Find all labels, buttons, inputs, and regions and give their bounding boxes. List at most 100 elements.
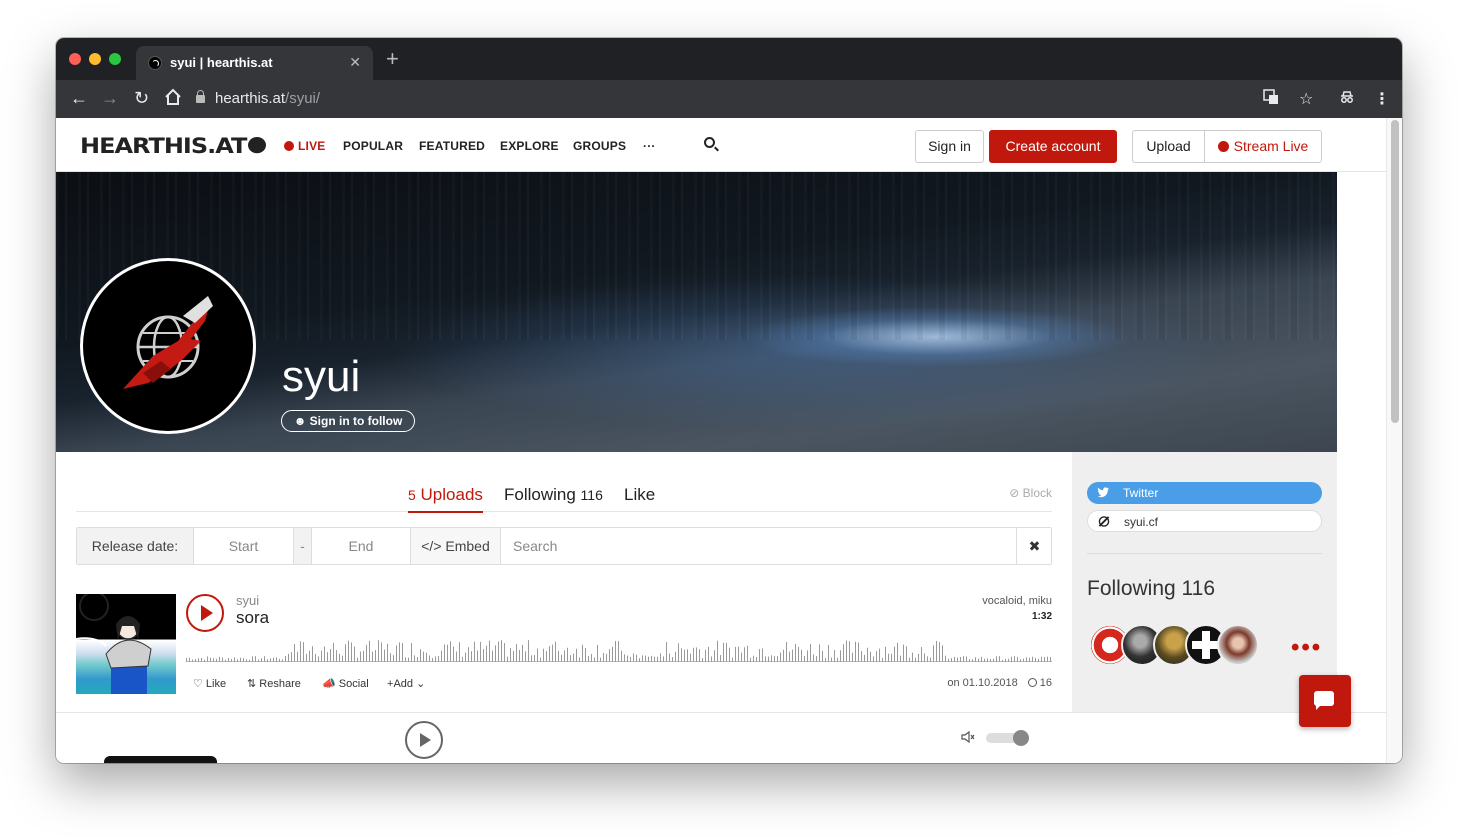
uploads-label: Uploads (420, 485, 483, 504)
sidebar-divider (1087, 553, 1322, 554)
browser-menu-icon[interactable]: ⋮ (1374, 89, 1390, 109)
following-count: 116 (580, 487, 603, 503)
reload-icon[interactable]: ↻ (134, 88, 149, 108)
block-label: Block (1022, 486, 1052, 500)
embed-label: Embed (445, 538, 490, 554)
follow-button-label: Sign in to follow (309, 414, 403, 428)
nav-groups[interactable]: GROUPS (573, 139, 626, 153)
player-artwork[interactable] (104, 756, 217, 763)
website-link[interactable]: syui.cf (1087, 510, 1322, 532)
heart-icon: ♡ (193, 678, 206, 690)
player-play-button[interactable] (405, 721, 443, 759)
tab-like[interactable]: Like (624, 485, 655, 505)
hearthis-logo[interactable]: HEARTHIS.AT (80, 133, 267, 159)
bottom-player (56, 712, 1386, 763)
home-icon[interactable] (164, 88, 182, 110)
create-account-button[interactable]: Create account (989, 130, 1117, 163)
tab-close-icon[interactable]: ✕ (349, 54, 361, 71)
volume-icon[interactable] (961, 731, 975, 743)
search-icon[interactable] (704, 137, 715, 148)
twitter-label: Twitter (1123, 486, 1159, 500)
start-date-input[interactable]: Start (194, 528, 294, 564)
end-date-input[interactable]: End (312, 528, 411, 564)
twitter-link[interactable]: Twitter (1087, 482, 1322, 504)
upload-button[interactable]: Upload (1133, 131, 1205, 162)
track-play-button[interactable] (186, 594, 224, 632)
track-plays: 16 (1039, 677, 1052, 689)
add-dropdown-button[interactable]: +Add ⌄ (387, 677, 425, 690)
new-tab-button[interactable]: + (386, 48, 399, 70)
website-logo-icon (1098, 516, 1110, 527)
tab-following[interactable]: Following 116 (504, 485, 603, 505)
social-label: Social (338, 678, 369, 690)
like-button[interactable]: ♡ Like (193, 677, 226, 690)
stream-live-button[interactable]: Stream Live (1205, 131, 1321, 162)
browser-window: syui | hearthis.at ✕ + ← → ↻ hearthis.at… (56, 38, 1402, 763)
forward-arrow-icon[interactable]: → (101, 88, 119, 108)
block-link[interactable]: ⊘ Block (1009, 486, 1052, 500)
reshare-button[interactable]: ⇅ Reshare (247, 677, 301, 690)
reshare-label: Reshare (259, 678, 301, 690)
hearthis-favicon-icon (148, 56, 162, 70)
waveform-graphic (186, 640, 1051, 662)
url-field[interactable]: hearthis.at/syui/ (196, 90, 320, 107)
nav-more[interactable]: ··· (643, 139, 656, 153)
chat-icon[interactable] (1299, 675, 1351, 727)
profile-username: syui (282, 352, 361, 401)
track-duration: 1:32 (1031, 611, 1052, 622)
tab-uploads[interactable]: 5 Uploads (408, 485, 483, 513)
address-bar: ← → ↻ hearthis.at/syui/ ☆ ⋮ (56, 80, 1402, 118)
eagle-globe-logo-icon (123, 296, 213, 389)
close-window-button[interactable] (69, 53, 81, 65)
bookmark-star-icon[interactable]: ☆ (1299, 89, 1313, 109)
following-avatar[interactable] (1217, 624, 1259, 666)
track-artwork[interactable] (76, 594, 176, 694)
sign-in-button[interactable]: Sign in (915, 130, 984, 163)
social-button[interactable]: 📣 Social (322, 677, 369, 690)
minimize-window-button[interactable] (89, 53, 101, 65)
track-filter-bar: Release date: Start - End </> Embed Sear… (76, 527, 1052, 565)
track-artist[interactable]: syui (236, 593, 259, 608)
more-following-button[interactable]: ••• (1291, 634, 1322, 662)
translate-icon[interactable] (1263, 89, 1279, 110)
logo-text: HEARTHIS.AT (80, 133, 247, 159)
scrollbar-thumb[interactable] (1391, 120, 1399, 423)
uploads-count: 5 (408, 487, 416, 503)
release-date-label: Release date: (77, 528, 194, 564)
nav-live[interactable]: LIVE (284, 139, 325, 153)
track-title[interactable]: sora (236, 608, 269, 628)
megaphone-icon: 📣 (322, 678, 339, 690)
sign-in-to-follow-button[interactable]: ☻ Sign in to follow (281, 410, 415, 432)
nav-featured[interactable]: FEATURED (419, 139, 485, 153)
page-scrollbar[interactable] (1386, 118, 1402, 763)
add-user-icon: ☻ (293, 414, 310, 428)
profile-banner: syui ☻ Sign in to follow (56, 172, 1337, 452)
url-path: /syui/ (285, 90, 321, 107)
track-tags[interactable]: vocaloid, miku (982, 595, 1052, 607)
add-label: Add (393, 678, 414, 690)
lock-icon (196, 90, 205, 103)
track-waveform[interactable] (186, 634, 1052, 662)
profile-tabs: 5 Uploads Following 116 Like ⊘ Block (76, 452, 1052, 513)
volume-slider-handle[interactable] (1013, 730, 1029, 746)
back-arrow-icon[interactable]: ← (70, 88, 88, 108)
maximize-window-button[interactable] (109, 53, 121, 65)
incognito-icon[interactable] (1339, 89, 1355, 110)
following-heading: Following 116 (1087, 577, 1216, 600)
nav-explore[interactable]: EXPLORE (500, 139, 559, 153)
nav-popular[interactable]: POPULAR (343, 139, 403, 153)
following-label: Following (504, 485, 576, 504)
date-range-separator: - (294, 528, 312, 564)
track-search-input[interactable]: Search (501, 528, 1017, 564)
clear-filter-icon[interactable]: ✖ (1017, 528, 1052, 564)
anime-character-artwork-icon (76, 594, 152, 694)
twitter-bird-icon (1097, 487, 1109, 498)
code-icon: </> (421, 538, 446, 554)
chevron-down-icon: ⌄ (413, 678, 426, 690)
track-meta: on 01.10.2018 16 (947, 677, 1052, 689)
browser-tab[interactable]: syui | hearthis.at ✕ (136, 46, 373, 80)
upload-stream-group: Upload Stream Live (1132, 130, 1322, 163)
like-label: Like (205, 678, 227, 690)
embed-button[interactable]: </> Embed (411, 528, 501, 564)
tab-bar: syui | hearthis.at ✕ + (56, 38, 1402, 80)
